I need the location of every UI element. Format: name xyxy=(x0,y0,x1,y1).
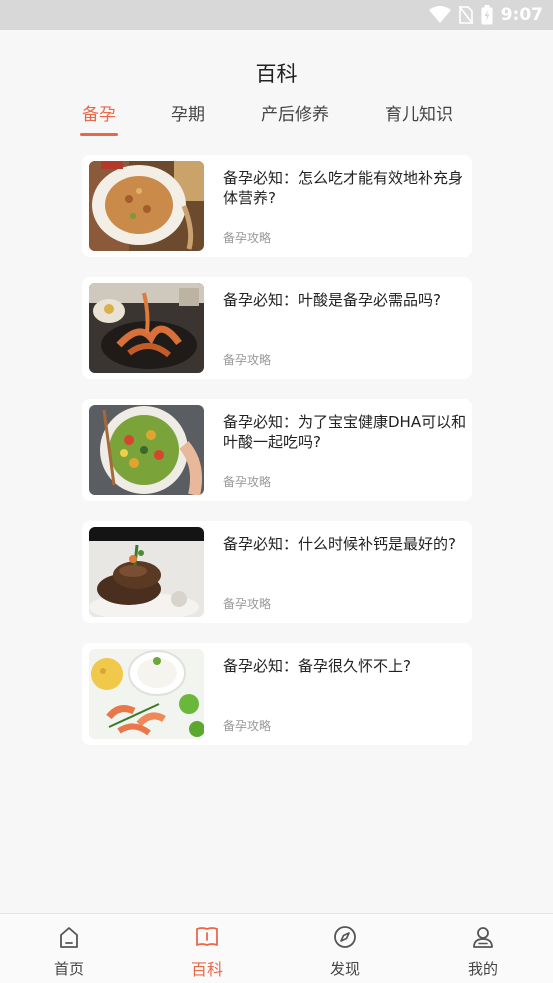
article-tag: 备孕攻略 xyxy=(223,231,272,245)
article-tag: 备孕攻略 xyxy=(223,475,272,489)
status-time: 9:07 xyxy=(500,5,543,25)
article-tag: 备孕攻略 xyxy=(223,719,272,733)
nav-label: 首页 xyxy=(53,960,84,978)
article-thumbnail xyxy=(89,161,204,251)
article-card[interactable]: 备孕必知：为了宝宝健康DHA可以和叶酸一起吃吗? 备孕攻略 xyxy=(82,399,472,501)
no-sim-icon xyxy=(458,6,473,24)
tab-label: 孕期 xyxy=(171,105,205,125)
nav-discover[interactable]: 发现 xyxy=(305,914,385,983)
nav-profile[interactable]: 我的 xyxy=(443,914,523,983)
article-thumbnail xyxy=(89,283,204,373)
tab-preparing-pregnancy[interactable]: 备孕 xyxy=(80,100,118,136)
article-thumbnail xyxy=(89,527,204,617)
active-tab-indicator xyxy=(80,133,118,136)
wifi-icon xyxy=(428,6,451,23)
compass-icon xyxy=(334,926,356,948)
article-title: 备孕必知：什么时候补钙是最好的? xyxy=(223,535,456,553)
article-title: 备孕必知：怎么吃才能有效地补充身体营养? xyxy=(223,169,464,207)
article-title: 备孕必知：叶酸是备孕必需品吗? xyxy=(223,291,441,309)
tab-label: 育儿知识 xyxy=(385,105,453,125)
article-card[interactable]: 备孕必知：备孕很久怀不上? 备孕攻略 xyxy=(82,643,472,745)
nav-label: 发现 xyxy=(329,960,360,978)
tab-label: 备孕 xyxy=(82,105,116,125)
book-icon xyxy=(196,927,218,946)
nav-label: 我的 xyxy=(467,960,498,978)
article-tag: 备孕攻略 xyxy=(223,353,272,367)
nav-encyclopedia[interactable]: 百科 xyxy=(167,914,247,983)
article-thumbnail xyxy=(89,649,204,739)
article-tag: 备孕攻略 xyxy=(223,597,272,611)
article-card[interactable]: 备孕必知：叶酸是备孕必需品吗? 备孕攻略 xyxy=(82,277,472,379)
tab-pregnancy[interactable]: 孕期 xyxy=(171,100,205,136)
tab-label: 产后修养 xyxy=(261,105,329,125)
article-title: 备孕必知：为了宝宝健康DHA可以和叶酸一起吃吗? xyxy=(223,413,467,451)
status-bar: 9:07 xyxy=(0,0,553,30)
nav-home[interactable]: 首页 xyxy=(29,914,109,983)
article-list: 备孕必知：怎么吃才能有效地补充身体营养? 备孕攻略 备孕必知：叶酸是备孕必需品吗… xyxy=(82,155,472,765)
tab-postpartum[interactable]: 产后修养 xyxy=(261,100,329,136)
tab-parenting[interactable]: 育儿知识 xyxy=(385,100,453,136)
user-icon xyxy=(473,927,493,948)
article-card[interactable]: 备孕必知：怎么吃才能有效地补充身体营养? 备孕攻略 xyxy=(82,155,472,257)
page-title: 百科 xyxy=(255,62,298,86)
article-thumbnail xyxy=(89,405,204,495)
home-icon xyxy=(60,927,78,948)
article-card[interactable]: 备孕必知：什么时候补钙是最好的? 备孕攻略 xyxy=(82,521,472,623)
nav-label: 百科 xyxy=(190,960,223,979)
bottom-nav: 首页 百科 发现 我的 xyxy=(0,913,553,983)
category-tabs: 备孕 孕期 产后修养 育儿知识 xyxy=(0,100,553,140)
battery-icon xyxy=(481,5,493,25)
article-title: 备孕必知：备孕很久怀不上? xyxy=(223,657,411,675)
